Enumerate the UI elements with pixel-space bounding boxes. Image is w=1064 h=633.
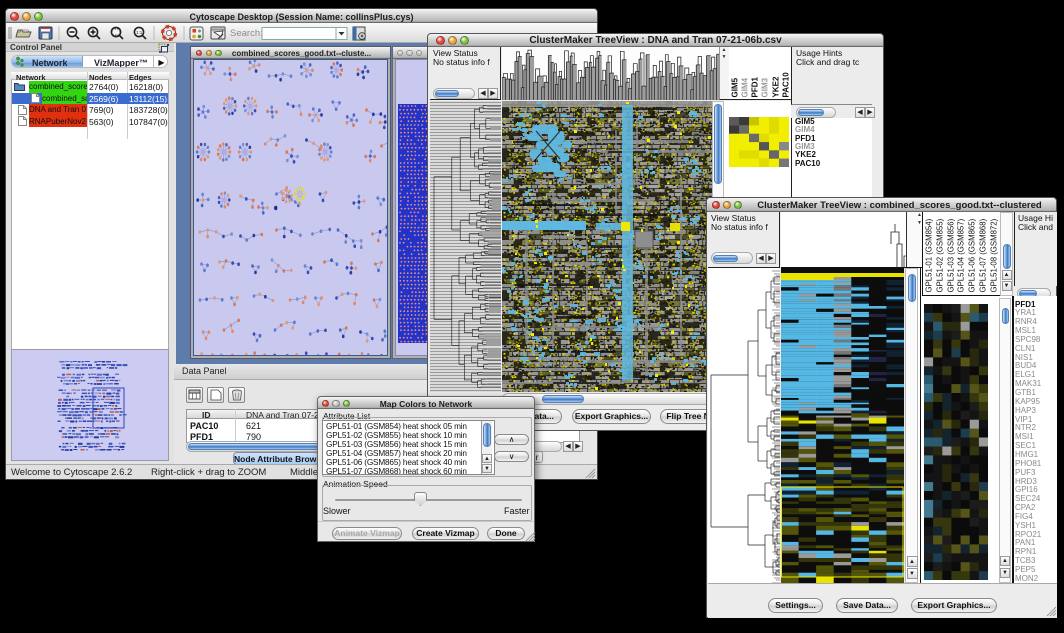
svg-text:1:1: 1:1 [136,30,143,35]
svg-text:Search:: Search: [230,28,263,39]
